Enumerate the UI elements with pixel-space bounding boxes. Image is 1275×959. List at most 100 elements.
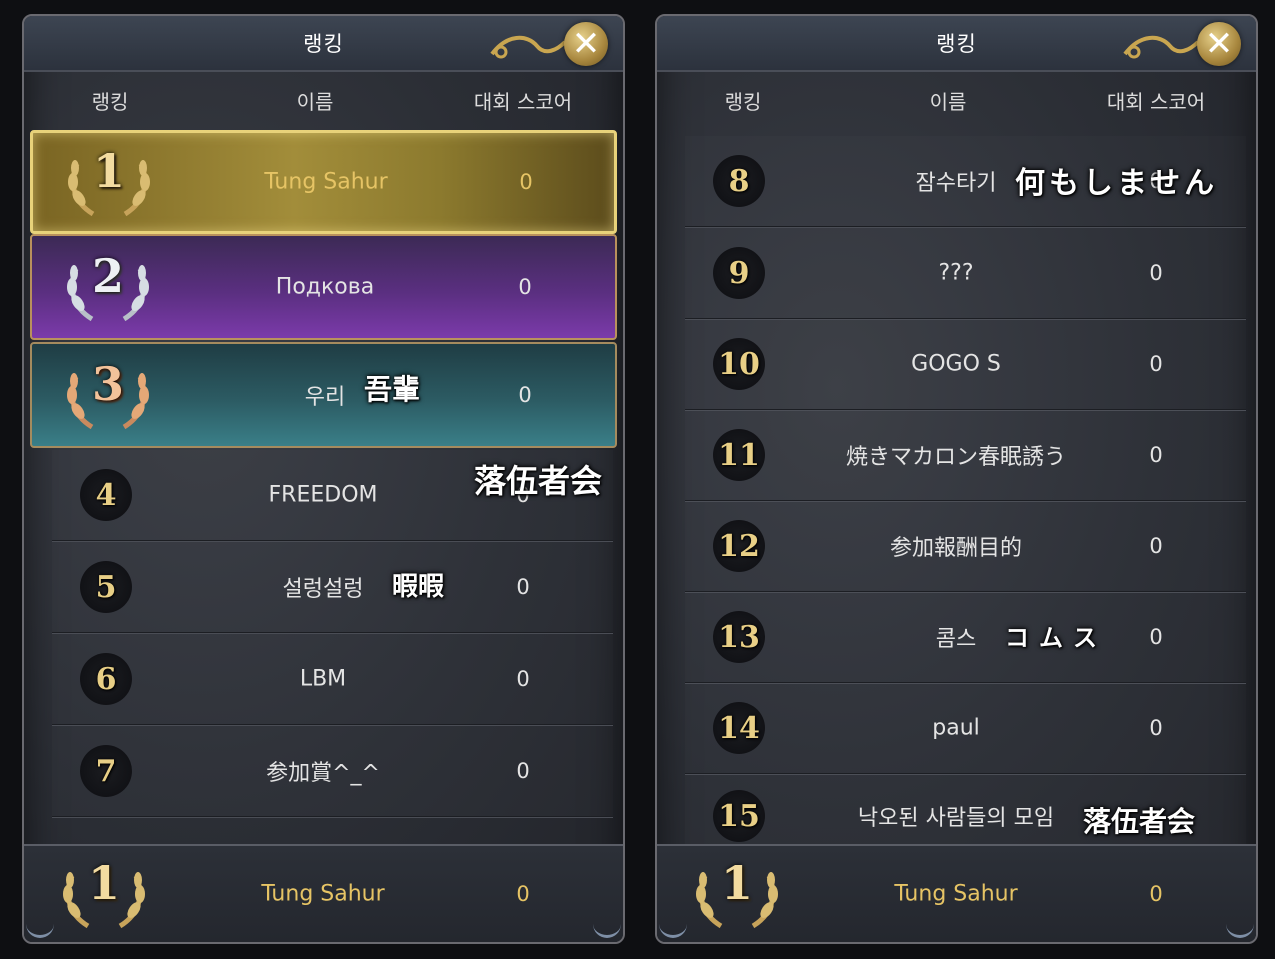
player-score: 0 — [1149, 625, 1163, 649]
my-rank-footer: 1 Tung Sahur 0 — [24, 844, 623, 942]
header-name: 이름 — [296, 90, 334, 114]
rank-number: 13 — [718, 619, 760, 655]
overlay-annotation: 何もしません — [1015, 166, 1219, 201]
ranking-panel-right: 랭킹 ✕ 랭킹 이름 대회 스코어 8 잠수타기 0 何もしません 9 ??? … — [655, 14, 1258, 944]
close-x-icon: ✕ — [564, 22, 608, 66]
rank-badge: 14 — [704, 693, 774, 763]
rank-number: 1 — [92, 144, 125, 198]
gold-laurel-icon: 1 — [63, 142, 155, 222]
rank-number: 15 — [718, 798, 760, 834]
gold-laurel-icon: 1 — [691, 854, 783, 934]
ranking-row-7[interactable]: 7 参加賞^_^ 0 — [52, 726, 613, 818]
rank-number: 10 — [718, 346, 760, 382]
player-score: 0 — [1149, 882, 1163, 906]
silver-laurel-icon: 2 — [62, 247, 154, 327]
player-name: 콤스 — [935, 627, 977, 652]
player-name: 우리 — [304, 385, 346, 410]
column-headers: 랭킹 이름 대회 스코어 — [657, 86, 1256, 116]
rank-number: 3 — [91, 357, 124, 411]
player-name: 参加報酬目的 — [889, 536, 1023, 561]
my-rank-footer: 1 Tung Sahur 0 — [657, 844, 1256, 942]
player-name: 잠수타기 — [915, 171, 997, 196]
close-x-icon: ✕ — [1197, 22, 1241, 66]
rank-badge: 6 — [71, 644, 141, 714]
ranking-row-11[interactable]: 11 焼きマカロン春眠誘う 0 — [685, 410, 1246, 502]
rank-number: 5 — [95, 569, 117, 605]
overlay-annotation: 落伍者会 — [1083, 805, 1196, 838]
ranking-row-8[interactable]: 8 잠수타기 0 何もしません — [685, 136, 1246, 228]
player-name: Tung Sahur — [894, 881, 1018, 907]
ranking-row-10[interactable]: 10 GOGO S 0 — [685, 319, 1246, 411]
close-button[interactable]: ✕ — [1188, 18, 1250, 70]
ranking-row-9[interactable]: 9 ??? 0 — [685, 228, 1246, 320]
corner-ornament-icon — [593, 919, 621, 938]
rank-badge: 15 — [704, 781, 774, 851]
corner-ornament-icon — [1226, 919, 1254, 938]
player-score: 0 — [516, 759, 530, 783]
ranking-panel-left: 랭킹 ✕ 랭킹 이름 대회 스코어 1 Tung Sahur 0 2 Подко… — [22, 14, 625, 944]
player-score: 0 — [518, 383, 532, 407]
rank-number: 2 — [91, 249, 124, 303]
player-score: 0 — [1149, 716, 1163, 740]
gold-laurel-icon: 1 — [58, 854, 150, 934]
rank-badge: 7 — [71, 736, 141, 806]
player-name: FREEDOM — [268, 482, 378, 508]
player-name: GOGO S — [911, 351, 1001, 377]
ranking-row-5[interactable]: 5 설렁설렁 0 暇暇 — [52, 542, 613, 634]
player-name: 焼きマカロン春眠誘う — [845, 445, 1067, 470]
rank-number: 12 — [718, 528, 760, 564]
player-name: 낙오된 사람들의 모임 — [857, 806, 1055, 831]
rank-badge: 9 — [704, 238, 774, 308]
title-bar: 랭킹 ✕ — [24, 16, 623, 72]
ranking-row-13[interactable]: 13 콤스 0 コムス — [685, 592, 1246, 684]
player-name: paul — [932, 715, 980, 741]
player-score: 0 — [1149, 352, 1163, 376]
player-name: Подкова — [275, 274, 375, 300]
ranking-row-14[interactable]: 14 paul 0 — [685, 683, 1246, 775]
rank-badge: 5 — [71, 552, 141, 622]
rank-badge: 11 — [704, 420, 774, 490]
player-score: 0 — [519, 170, 533, 194]
ranking-row-1[interactable]: 1 Tung Sahur 0 — [30, 130, 617, 234]
header-rank: 랭킹 — [91, 90, 129, 114]
rank-badge: 8 — [704, 146, 774, 216]
rank-number: 14 — [718, 710, 760, 746]
rank-number: 4 — [95, 477, 117, 513]
player-score: 0 — [516, 667, 530, 691]
overlay-annotation: 吾輩 — [364, 373, 421, 406]
rank-number: 11 — [718, 437, 760, 473]
rank-number: 8 — [728, 163, 750, 199]
player-name: ??? — [938, 260, 974, 286]
rank-badge: 13 — [704, 602, 774, 672]
column-headers: 랭킹 이름 대회 스코어 — [24, 86, 623, 116]
header-score: 대회 스코어 — [473, 90, 573, 114]
rank-badge: 4 — [71, 460, 141, 530]
overlay-annotation: 落伍者会 — [474, 462, 603, 500]
ranking-row-15[interactable]: 15 낙오된 사람들의 모임 落伍者会 — [685, 774, 1246, 846]
rank-number: 9 — [728, 255, 750, 291]
player-score: 0 — [518, 275, 532, 299]
header-rank: 랭킹 — [724, 90, 762, 114]
player-score: 0 — [1149, 261, 1163, 285]
rank-badge: 12 — [704, 511, 774, 581]
title-bar: 랭킹 ✕ — [657, 16, 1256, 72]
player-name: LBM — [299, 666, 347, 692]
rank-number: 6 — [95, 661, 117, 697]
header-score: 대회 스코어 — [1106, 90, 1206, 114]
corner-ornament-icon — [26, 919, 54, 938]
player-name: 설렁설렁 — [282, 577, 364, 602]
rank-number: 7 — [95, 753, 117, 789]
player-score: 0 — [516, 575, 530, 599]
ranking-row-4[interactable]: 4 FREEDOM 0 落伍者会 — [52, 450, 613, 542]
ranking-row-12[interactable]: 12 参加報酬目的 0 — [685, 501, 1246, 593]
ranking-row-3[interactable]: 3 우리 0 吾輩 — [30, 342, 617, 448]
close-button[interactable]: ✕ — [555, 18, 617, 70]
player-name: Tung Sahur — [264, 169, 388, 195]
ranking-row-6[interactable]: 6 LBM 0 — [52, 634, 613, 726]
ranking-row-2[interactable]: 2 Подкова 0 — [30, 234, 617, 340]
player-score: 0 — [516, 882, 530, 906]
player-name: 参加賞^_^ — [266, 761, 380, 786]
player-score: 0 — [1149, 443, 1163, 467]
player-name: Tung Sahur — [261, 881, 385, 907]
rank-number: 1 — [87, 856, 120, 910]
